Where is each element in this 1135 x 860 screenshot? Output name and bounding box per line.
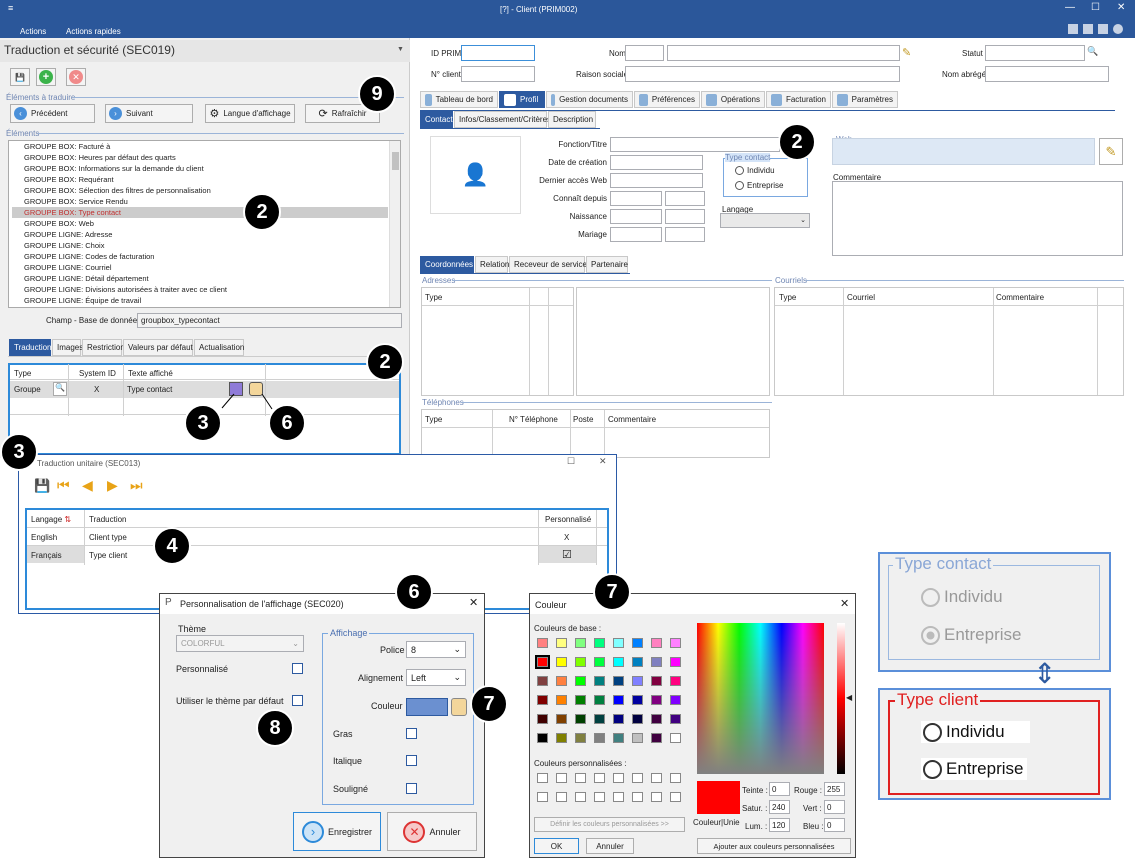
step-badge: 3 — [0, 433, 38, 471]
step-badge: 8 — [256, 709, 294, 747]
step-badge: 9 — [358, 75, 396, 113]
step-badge: 7 — [470, 685, 508, 723]
step-badge: 3 — [184, 404, 222, 442]
step-badge: 2 — [778, 123, 816, 161]
step-badge: 4 — [153, 527, 191, 565]
step-badge: 2 — [366, 343, 404, 381]
step-badge: 6 — [268, 404, 306, 442]
step-badge: 2 — [243, 193, 281, 231]
annotation-arrows — [221, 393, 273, 410]
step-badge: 7 — [593, 573, 631, 611]
step-badge: 6 — [395, 573, 433, 611]
